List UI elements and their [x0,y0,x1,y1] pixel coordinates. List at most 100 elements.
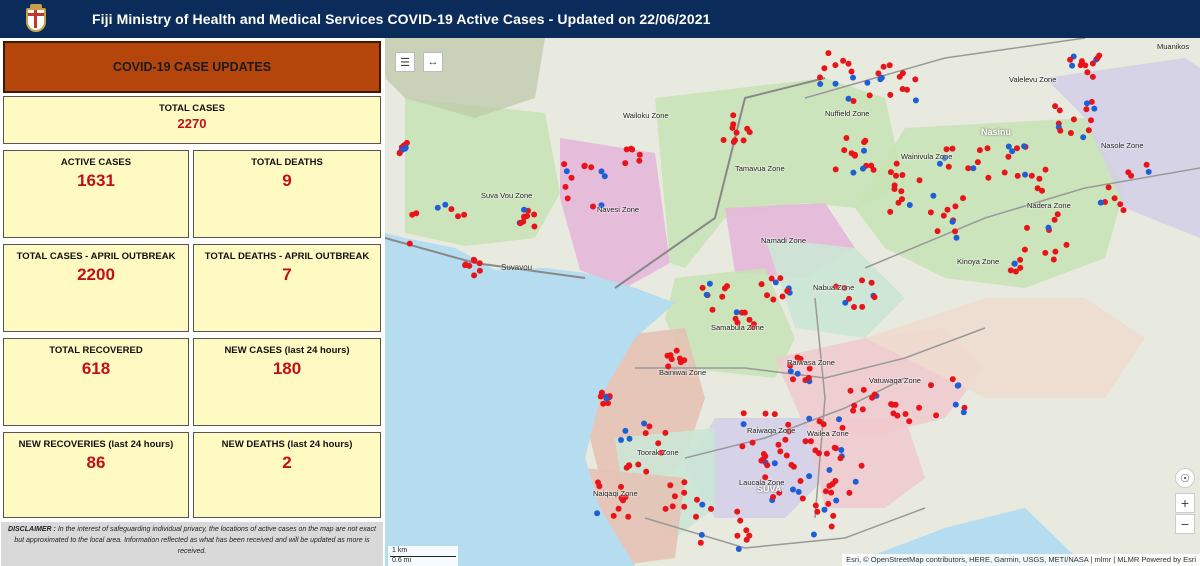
case-marker[interactable] [681,479,688,486]
case-marker[interactable] [899,86,906,92]
case-marker[interactable] [1014,172,1021,179]
case-marker[interactable] [568,174,575,181]
case-marker[interactable] [1105,184,1112,191]
case-marker[interactable] [673,347,680,354]
case-marker[interactable] [615,505,622,512]
case-marker[interactable] [892,401,899,408]
case-marker[interactable] [949,145,956,152]
case-marker[interactable] [841,147,848,154]
case-marker[interactable] [455,213,461,220]
locate-button[interactable]: ☉ [1175,468,1195,488]
case-marker[interactable] [1097,199,1104,206]
case-marker[interactable] [600,400,607,407]
case-marker[interactable] [442,201,449,208]
case-marker[interactable] [1067,56,1074,63]
case-marker[interactable] [1056,107,1063,114]
case-marker[interactable] [794,370,801,377]
case-marker[interactable] [768,275,775,282]
case-marker[interactable] [396,150,403,157]
case-marker[interactable] [936,160,943,167]
case-marker[interactable] [893,160,900,167]
case-marker[interactable] [832,478,839,484]
case-marker[interactable] [851,304,857,310]
case-marker[interactable] [743,536,750,543]
case-marker[interactable] [899,70,906,77]
case-marker[interactable] [531,223,538,230]
case-marker[interactable] [828,523,835,530]
case-marker[interactable] [836,416,842,423]
case-marker[interactable] [887,169,894,176]
case-marker[interactable] [698,531,705,538]
case-marker[interactable] [1057,127,1064,134]
case-marker[interactable] [795,488,802,495]
case-marker[interactable] [821,506,828,513]
case-marker[interactable] [740,410,747,417]
case-marker[interactable] [837,455,844,462]
case-marker[interactable] [893,172,899,179]
case-marker[interactable] [974,159,981,166]
case-marker[interactable] [775,441,782,448]
case-marker[interactable] [985,174,992,181]
case-marker[interactable] [610,512,617,519]
case-marker[interactable] [733,129,740,136]
case-marker[interactable] [734,532,741,539]
case-marker[interactable] [871,391,878,398]
case-marker[interactable] [741,309,748,316]
case-marker[interactable] [930,192,937,199]
case-marker[interactable] [788,461,795,468]
case-marker[interactable] [733,309,740,316]
case-marker[interactable] [603,395,610,402]
case-marker[interactable] [676,355,683,362]
case-marker[interactable] [960,409,967,416]
case-marker[interactable] [622,160,629,167]
case-marker[interactable] [531,211,538,218]
case-marker[interactable] [764,462,771,469]
case-marker[interactable] [1070,116,1077,123]
case-marker[interactable] [845,95,852,102]
case-marker[interactable] [1069,62,1076,69]
case-marker[interactable] [828,489,835,496]
case-marker[interactable] [1145,168,1152,175]
case-marker[interactable] [1094,55,1101,61]
case-marker[interactable] [848,68,855,75]
case-marker[interactable] [850,74,856,81]
case-marker[interactable] [797,478,804,484]
case-marker[interactable] [984,145,991,152]
case-marker[interactable] [732,315,739,322]
case-marker[interactable] [912,97,919,104]
case-marker[interactable] [1128,172,1135,179]
case-marker[interactable] [664,352,671,359]
case-marker[interactable] [681,489,688,496]
case-marker[interactable] [860,386,867,393]
case-marker[interactable] [743,527,750,534]
case-marker[interactable] [952,401,959,408]
case-marker[interactable] [859,406,866,413]
case-marker[interactable] [955,382,962,389]
case-marker[interactable] [790,376,796,383]
case-marker[interactable] [622,427,629,434]
case-marker[interactable] [806,473,813,480]
case-marker[interactable] [764,292,770,299]
case-marker[interactable] [641,420,648,427]
case-marker[interactable] [821,65,828,72]
case-marker[interactable] [521,206,527,213]
case-marker[interactable] [1045,224,1052,231]
case-marker[interactable] [598,168,605,175]
case-marker[interactable] [1051,216,1058,223]
case-marker[interactable] [1021,246,1028,253]
case-marker[interactable] [902,411,909,417]
case-marker[interactable] [916,177,923,184]
case-marker[interactable] [927,209,934,216]
case-marker[interactable] [953,234,960,241]
case-marker[interactable] [699,284,706,291]
case-marker[interactable] [832,80,839,87]
case-marker[interactable] [720,137,727,143]
case-marker[interactable] [1111,195,1118,202]
case-marker[interactable] [851,402,858,409]
case-marker[interactable] [965,165,972,172]
case-marker[interactable] [1080,134,1087,141]
case-marker[interactable] [594,510,601,517]
case-marker[interactable] [864,79,871,86]
case-marker[interactable] [1028,172,1035,179]
case-marker[interactable] [636,151,643,158]
